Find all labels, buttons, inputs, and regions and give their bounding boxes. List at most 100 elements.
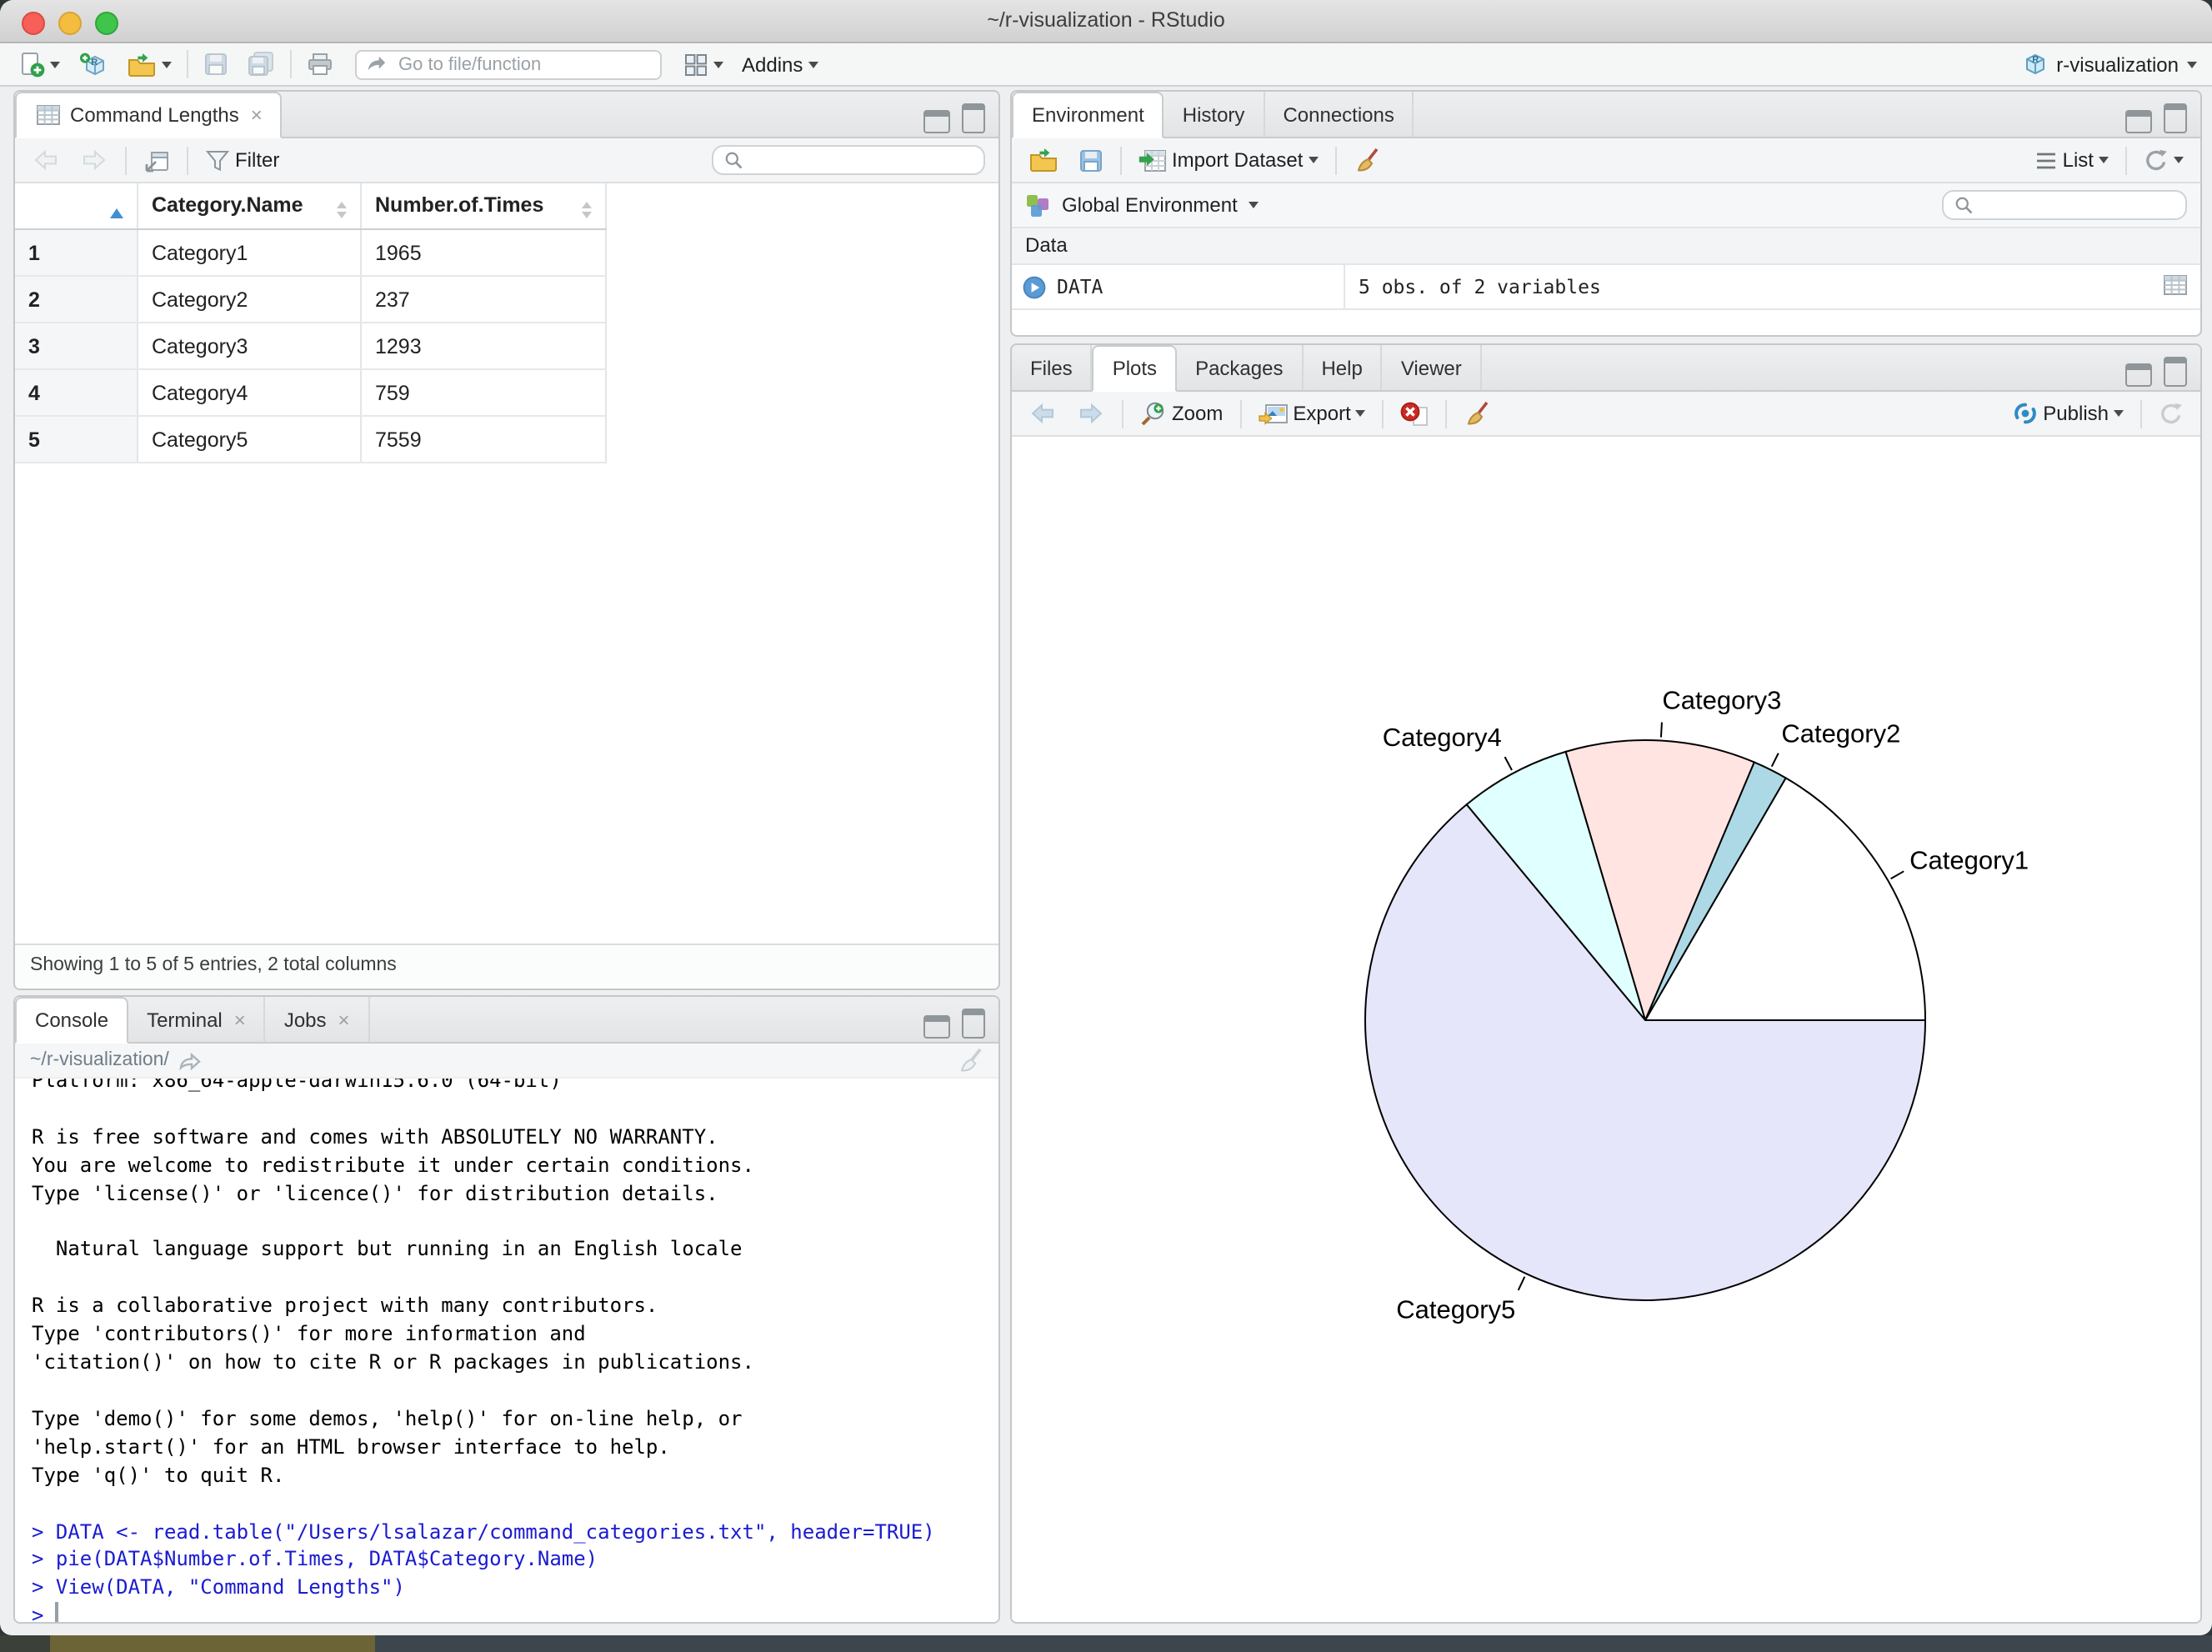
data-viewer-panel: Command Lengths × Filter Category.Name N… [13, 90, 1000, 990]
pie-label-tick [1890, 870, 1904, 880]
open-in-new-window-button[interactable] [140, 146, 173, 174]
table-row[interactable]: 5 Category5 7559 [15, 416, 607, 463]
close-tab-icon[interactable]: × [338, 1009, 350, 1029]
minimize-panel-icon[interactable] [2125, 110, 2152, 133]
tab-viewer[interactable]: Viewer [1383, 345, 1482, 390]
maximize-panel-icon[interactable] [962, 1009, 985, 1039]
search-icon [1955, 197, 1973, 214]
next-plot-button[interactable] [1073, 400, 1109, 427]
expand-object-icon[interactable] [1022, 274, 1047, 299]
tab-console[interactable]: Console [15, 997, 129, 1044]
new-file-button[interactable] [15, 49, 63, 79]
tab-jobs[interactable]: Jobs × [266, 997, 370, 1042]
r-project-cube-icon: R [2025, 53, 2044, 75]
environment-object-row[interactable]: DATA 5 obs. of 2 variables [1012, 265, 2200, 310]
console-tabstrip: Console Terminal × Jobs × [15, 997, 998, 1044]
clear-environment-button[interactable] [1349, 145, 1383, 175]
close-tab-icon[interactable]: × [251, 105, 263, 125]
filter-button[interactable]: Filter [202, 147, 283, 173]
tab-environment[interactable]: Environment [1012, 92, 1164, 138]
pie-chart: Category1 Category2Category3 Category4 Cate… [1364, 686, 2029, 1324]
maximize-panel-icon[interactable] [962, 103, 985, 133]
pane-layout-button[interactable] [680, 51, 727, 78]
cell-name: Category4 [138, 369, 362, 417]
tab-history[interactable]: History [1164, 92, 1265, 137]
plots-toolbar: Zoom Export Publish [1012, 392, 2200, 437]
rownum-column-header[interactable] [15, 183, 138, 230]
environment-scope-label[interactable]: Global Environment [1062, 193, 1238, 217]
minimize-panel-icon[interactable] [923, 1015, 950, 1039]
titlebar[interactable]: ~/r-visualization - RStudio [0, 0, 2212, 43]
publish-button[interactable]: Publish [2008, 400, 2127, 427]
toolbar-separator [1122, 399, 1124, 428]
load-workspace-button[interactable] [1025, 145, 1062, 175]
broom-icon [1468, 401, 1489, 425]
fullscreen-window-button[interactable] [95, 11, 118, 34]
clear-all-plots-button[interactable] [1461, 398, 1494, 428]
project-name: r-visualization [2056, 53, 2179, 76]
refresh-environment-button[interactable] [2140, 146, 2187, 174]
chevron-down-icon [2174, 157, 2184, 163]
column-header-category-name[interactable]: Category.Name [138, 183, 362, 230]
back-button[interactable] [28, 147, 63, 173]
goto-file-input[interactable] [395, 53, 652, 76]
tab-plots[interactable]: Plots [1092, 345, 1178, 392]
import-dataset-icon [1139, 149, 1166, 171]
new-project-icon: R [80, 52, 104, 75]
cell-name: Category2 [138, 276, 362, 323]
environment-scope-row: Global Environment [1012, 183, 2200, 228]
new-project-button[interactable]: R [75, 49, 112, 79]
addins-button[interactable]: Addins [738, 51, 821, 78]
maximize-panel-icon[interactable] [2164, 103, 2187, 133]
minimize-panel-icon[interactable] [923, 110, 950, 133]
toolbar-separator [2140, 399, 2142, 428]
environment-search-input[interactable] [1980, 193, 2175, 217]
tab-help[interactable]: Help [1303, 345, 1383, 390]
toolbar-separator [125, 146, 127, 174]
tab-files[interactable]: Files [1012, 345, 1093, 390]
clear-console-broom-icon[interactable] [957, 1047, 983, 1074]
close-tab-icon[interactable]: × [234, 1009, 246, 1029]
table-row[interactable]: 3 Category3 1293 [15, 323, 607, 370]
toolbar-separator [290, 50, 292, 78]
tab-command-lengths[interactable]: Command Lengths × [15, 92, 283, 138]
table-row[interactable]: 4 Category4 759 [15, 369, 607, 417]
open-file-button[interactable] [123, 49, 175, 79]
zoom-plot-button[interactable]: Zoom [1137, 398, 1226, 428]
plot-display-area: Category1 Category2 Category3 Category4 Cate… [1012, 437, 2200, 1622]
minimize-panel-icon[interactable] [2125, 363, 2152, 387]
maximize-panel-icon[interactable] [2164, 357, 2187, 387]
goto-file-search[interactable] [355, 49, 662, 79]
save-workspace-button[interactable] [1075, 146, 1107, 174]
import-dataset-button[interactable]: Import Dataset [1135, 146, 1321, 174]
close-window-button[interactable] [22, 11, 45, 34]
object-name-cell: DATA [1012, 265, 1344, 308]
tab-packages[interactable]: Packages [1177, 345, 1304, 390]
viewer-search-input[interactable] [750, 148, 973, 172]
list-view-button[interactable]: List [2033, 147, 2112, 173]
previous-plot-button[interactable] [1025, 400, 1060, 427]
forward-button[interactable] [77, 147, 112, 173]
table-row[interactable]: 1 Category1 1965 [15, 229, 607, 277]
chevron-down-icon [50, 61, 60, 68]
minimize-window-button[interactable] [58, 11, 82, 34]
project-menu-button[interactable]: R r-visualization [2021, 52, 2197, 77]
table-row[interactable]: 2 Category2 237 [15, 276, 607, 323]
save-all-button[interactable] [243, 50, 278, 78]
forward-arrow-icon [83, 149, 106, 171]
go-to-directory-icon[interactable] [179, 1050, 203, 1070]
refresh-plot-button[interactable] [2155, 399, 2187, 428]
view-table-icon[interactable] [2162, 273, 2189, 296]
viewer-search-box[interactable] [712, 145, 985, 175]
column-header-number-of-times[interactable]: Number.of.Times [361, 183, 607, 230]
save-button[interactable] [200, 50, 232, 78]
tab-terminal[interactable]: Terminal × [128, 997, 266, 1042]
tab-connections[interactable]: Connections [1264, 92, 1414, 137]
remove-plot-button[interactable] [1398, 399, 1433, 428]
export-plot-button[interactable]: Export [1254, 399, 1369, 428]
environment-search-box[interactable] [1942, 190, 2187, 220]
console-output-area[interactable]: Platform: x86_64-apple-darwin15.6.0 (64-… [15, 1079, 998, 1622]
print-button[interactable] [303, 50, 337, 78]
data-table-area: Category.Name Number.of.Times 1 Category1… [15, 183, 998, 944]
svg-text:R: R [91, 57, 98, 67]
